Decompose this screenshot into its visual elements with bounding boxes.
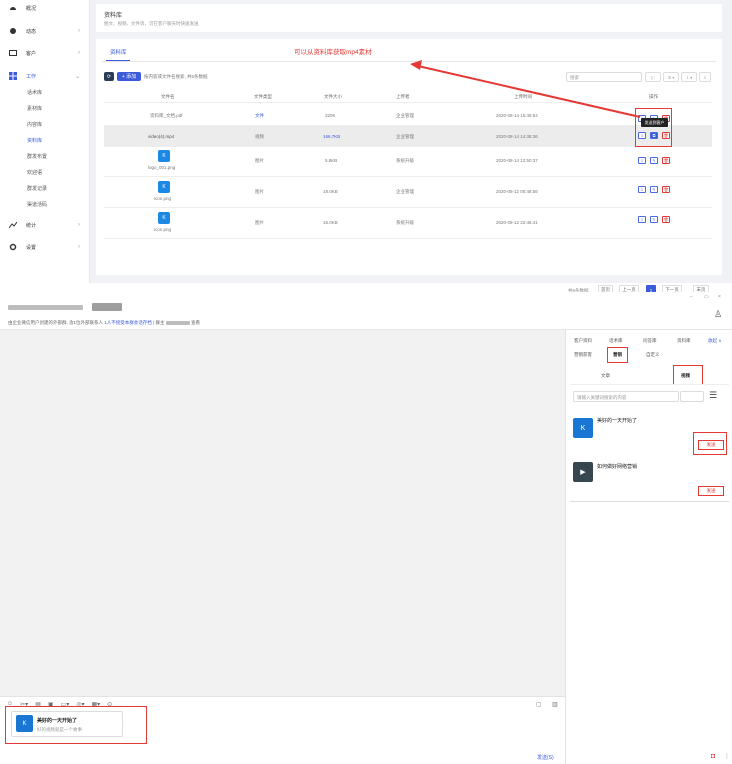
item-title: 如何做好网络营销 (597, 464, 638, 470)
item-title: 美好的一天开始了 (597, 418, 638, 424)
tab-scripts[interactable]: 话术库 (609, 338, 623, 344)
user-icon[interactable]: ♙ (714, 309, 722, 320)
tab-library[interactable]: 资料库 (677, 338, 691, 344)
minimize-button[interactable]: − (690, 294, 693, 300)
close-button[interactable]: × (718, 294, 721, 300)
tab-marketing-acquire[interactable]: 营销获客 (574, 352, 592, 358)
maximize-button[interactable]: ▭ (704, 294, 709, 300)
chat-title-blurred (92, 303, 122, 311)
more-menu-icon[interactable]: ⋮ (724, 753, 730, 760)
tab-customer-info[interactable]: 客户资料 (574, 338, 592, 344)
video-thumbnail: K (573, 418, 593, 438)
collapse-button[interactable]: 收起 ∧ (708, 338, 722, 344)
divider (570, 501, 729, 502)
chat-notice: 由企业微信用户创建的外部群, 含1位外部联系人 1人不接受本群会话存档 | 群主… (8, 320, 201, 325)
app-logo-icon[interactable]: ◘ (711, 753, 715, 760)
input-area: ☺ ✂▾ ▤ ▣ ▭▾ ◎▾ ▦▾ ⊙ ▢ ▥ K 美好的一天开始了 好的视频就… (0, 696, 565, 764)
search-button[interactable] (680, 391, 704, 402)
send-button[interactable]: 发送 (698, 486, 724, 496)
highlight-box (673, 365, 703, 385)
search-input[interactable]: 请输入关键词搜索的内容 (573, 391, 679, 402)
tab-qa[interactable]: 问答库 (643, 338, 657, 344)
sidebar-toggle-icon[interactable]: ▥ (552, 701, 558, 708)
video-thumbnail: ▶ (573, 462, 593, 482)
highlight-box (607, 347, 628, 363)
right-tool-panel: 客户资料 话术库 问答库 资料库 收起 ∧ 营销获客 营销 自定义 文章 视频 … (565, 330, 732, 764)
chat-bubble-icon[interactable]: ▢ (536, 701, 542, 708)
chat-title-blurred (8, 305, 83, 310)
highlight-box (5, 706, 147, 744)
menu-icon[interactable]: ☰ (709, 390, 717, 401)
tab-custom[interactable]: 自定义 (646, 352, 660, 358)
subtab-article[interactable]: 文章 (601, 373, 610, 379)
chat-header: 由企业微信用户创建的外部群, 含1位外部联系人 1人不接受本群会话存档 | 群主… (0, 292, 732, 330)
send-button[interactable]: 发送(S) (537, 754, 554, 761)
divider (570, 384, 729, 385)
highlight-box (693, 432, 727, 455)
notice-link[interactable]: 1人不接受本群会话存档 (104, 320, 152, 325)
